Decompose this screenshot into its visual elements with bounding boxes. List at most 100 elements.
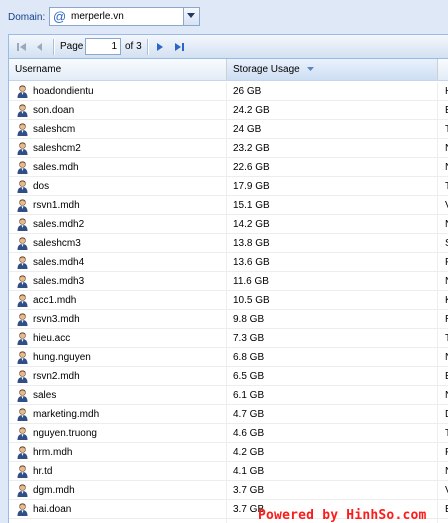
storage-usage-cell: 11.6 GB (233, 276, 269, 287)
column-header-username[interactable]: Username (9, 59, 227, 80)
user-icon (17, 446, 28, 459)
username-cell: saleshcm (33, 124, 76, 135)
username-cell: rsvn2.mdh (33, 371, 80, 382)
storage-usage-cell: 4.7 GB (233, 409, 265, 420)
sort-desc-icon (306, 66, 314, 71)
table-row[interactable]: sales.mdh311.6 GBN (9, 272, 448, 291)
table-row[interactable]: hieu.acc7.3 GBT (9, 329, 448, 348)
username-cell: hung.nguyen (33, 352, 91, 363)
next-page-icon[interactable] (153, 40, 167, 54)
username-cell: saleshcm2 (33, 143, 81, 154)
user-icon (17, 313, 28, 326)
username-cell: sales.mdh2 (33, 219, 85, 230)
storage-usage-cell: 22.6 GB (233, 162, 270, 173)
user-icon (17, 275, 28, 288)
user-icon (17, 123, 28, 136)
last-page-icon[interactable] (172, 40, 186, 54)
domain-bar: Domain: @ merperle.vn (0, 0, 448, 34)
domain-label: Domain: (8, 12, 46, 23)
storage-usage-cell: 6.8 GB (233, 352, 265, 363)
table-row[interactable]: acc1.mdh10.5 GBK (9, 291, 448, 310)
username-cell: marketing.mdh (33, 409, 100, 420)
storage-usage-cell: 13.8 GB (233, 238, 270, 249)
page-count-label: of 3 (125, 41, 142, 52)
username-cell: hrm.mdh (33, 447, 73, 458)
storage-usage-cell: 4.6 GB (233, 428, 265, 439)
table-row[interactable]: sales6.1 GBN (9, 386, 448, 405)
user-icon (17, 161, 28, 174)
table-row[interactable]: sales.mdh214.2 GBN (9, 215, 448, 234)
users-grid-panel: Page 1 of 3 Username Storage Usage hoado… (8, 34, 448, 523)
table-row[interactable]: rsvn3.mdh9.8 GBR (9, 310, 448, 329)
storage-usage-cell: 26 GB (233, 86, 262, 97)
paging-toolbar: Page 1 of 3 (9, 35, 448, 59)
storage-usage-cell: 23.2 GB (233, 143, 270, 154)
grid-body: hoadondientu26 GBHson.doan24.2 GBEsalesh… (9, 82, 448, 519)
domain-select[interactable]: @ merperle.vn (49, 7, 200, 26)
table-row[interactable]: son.doan24.2 GBE (9, 101, 448, 120)
table-row[interactable]: dos17.9 GBT (9, 177, 448, 196)
domain-value: merperle.vn (71, 11, 124, 22)
watermark: Powered by HinhSo.com (258, 508, 427, 523)
table-row[interactable]: rsvn2.mdh6.5 GBE (9, 367, 448, 386)
storage-usage-cell: 7.3 GB (233, 333, 265, 344)
column-header-third[interactable] (438, 59, 448, 80)
table-row[interactable]: hrm.mdh4.2 GBF (9, 443, 448, 462)
table-row[interactable]: dgm.mdh3.7 GBV (9, 481, 448, 500)
user-icon (17, 503, 28, 516)
column-header-storage-label: Storage Usage (233, 64, 300, 75)
table-row[interactable]: sales.mdh22.6 GBN (9, 158, 448, 177)
username-cell: saleshcm3 (33, 238, 81, 249)
user-icon (17, 294, 28, 307)
toolbar-separator (53, 39, 55, 55)
user-icon (17, 465, 28, 478)
table-row[interactable]: nguyen.truong4.6 GBT (9, 424, 448, 443)
table-row[interactable]: hoadondientu26 GBH (9, 82, 448, 101)
user-icon (17, 484, 28, 497)
table-row[interactable]: marketing.mdh4.7 GBD (9, 405, 448, 424)
username-cell: rsvn1.mdh (33, 200, 80, 211)
column-header-storage[interactable]: Storage Usage (227, 59, 438, 80)
storage-usage-cell: 17.9 GB (233, 181, 270, 192)
username-cell: hoadondientu (33, 86, 94, 97)
username-cell: sales.mdh (33, 162, 79, 173)
table-row[interactable]: rsvn1.mdh15.1 GBV (9, 196, 448, 215)
column-header-username-label: Username (15, 64, 62, 75)
chevron-down-icon (187, 13, 195, 18)
table-row[interactable]: sales.mdh413.6 GBF (9, 253, 448, 272)
storage-usage-cell: 9.8 GB (233, 314, 265, 325)
username-cell: hr.td (33, 466, 53, 477)
user-icon (17, 427, 28, 440)
table-row[interactable]: hung.nguyen6.8 GBN (9, 348, 448, 367)
storage-usage-cell: 14.2 GB (233, 219, 270, 230)
table-row[interactable]: saleshcm223.2 GBN (9, 139, 448, 158)
storage-usage-cell: 15.1 GB (233, 200, 270, 211)
storage-usage-cell: 24 GB (233, 124, 262, 135)
username-cell: hieu.acc (33, 333, 71, 344)
user-icon (17, 332, 28, 345)
table-row[interactable]: hr.td4.1 GBN (9, 462, 448, 481)
user-icon (17, 85, 28, 98)
storage-usage-cell: 24.2 GB (233, 105, 270, 116)
page-label: Page (60, 41, 84, 52)
username-cell: rsvn3.mdh (33, 314, 80, 325)
username-cell: dgm.mdh (33, 485, 75, 496)
storage-usage-cell: 4.2 GB (233, 447, 265, 458)
user-icon (17, 370, 28, 383)
domain-dropdown-trigger[interactable] (183, 8, 199, 25)
username-cell: nguyen.truong (33, 428, 97, 439)
page-number-input[interactable]: 1 (85, 38, 121, 55)
user-icon (17, 104, 28, 117)
user-icon (17, 389, 28, 402)
user-icon (17, 351, 28, 364)
user-icon (17, 142, 28, 155)
table-row[interactable]: saleshcm24 GBT (9, 120, 448, 139)
storage-usage-cell: 6.5 GB (233, 371, 265, 382)
toolbar-separator (147, 39, 149, 55)
table-row[interactable]: saleshcm313.8 GBS (9, 234, 448, 253)
user-icon (17, 180, 28, 193)
first-page-icon[interactable] (15, 40, 29, 54)
prev-page-icon[interactable] (33, 40, 47, 54)
storage-usage-cell: 10.5 GB (233, 295, 270, 306)
username-cell: son.doan (33, 105, 75, 116)
